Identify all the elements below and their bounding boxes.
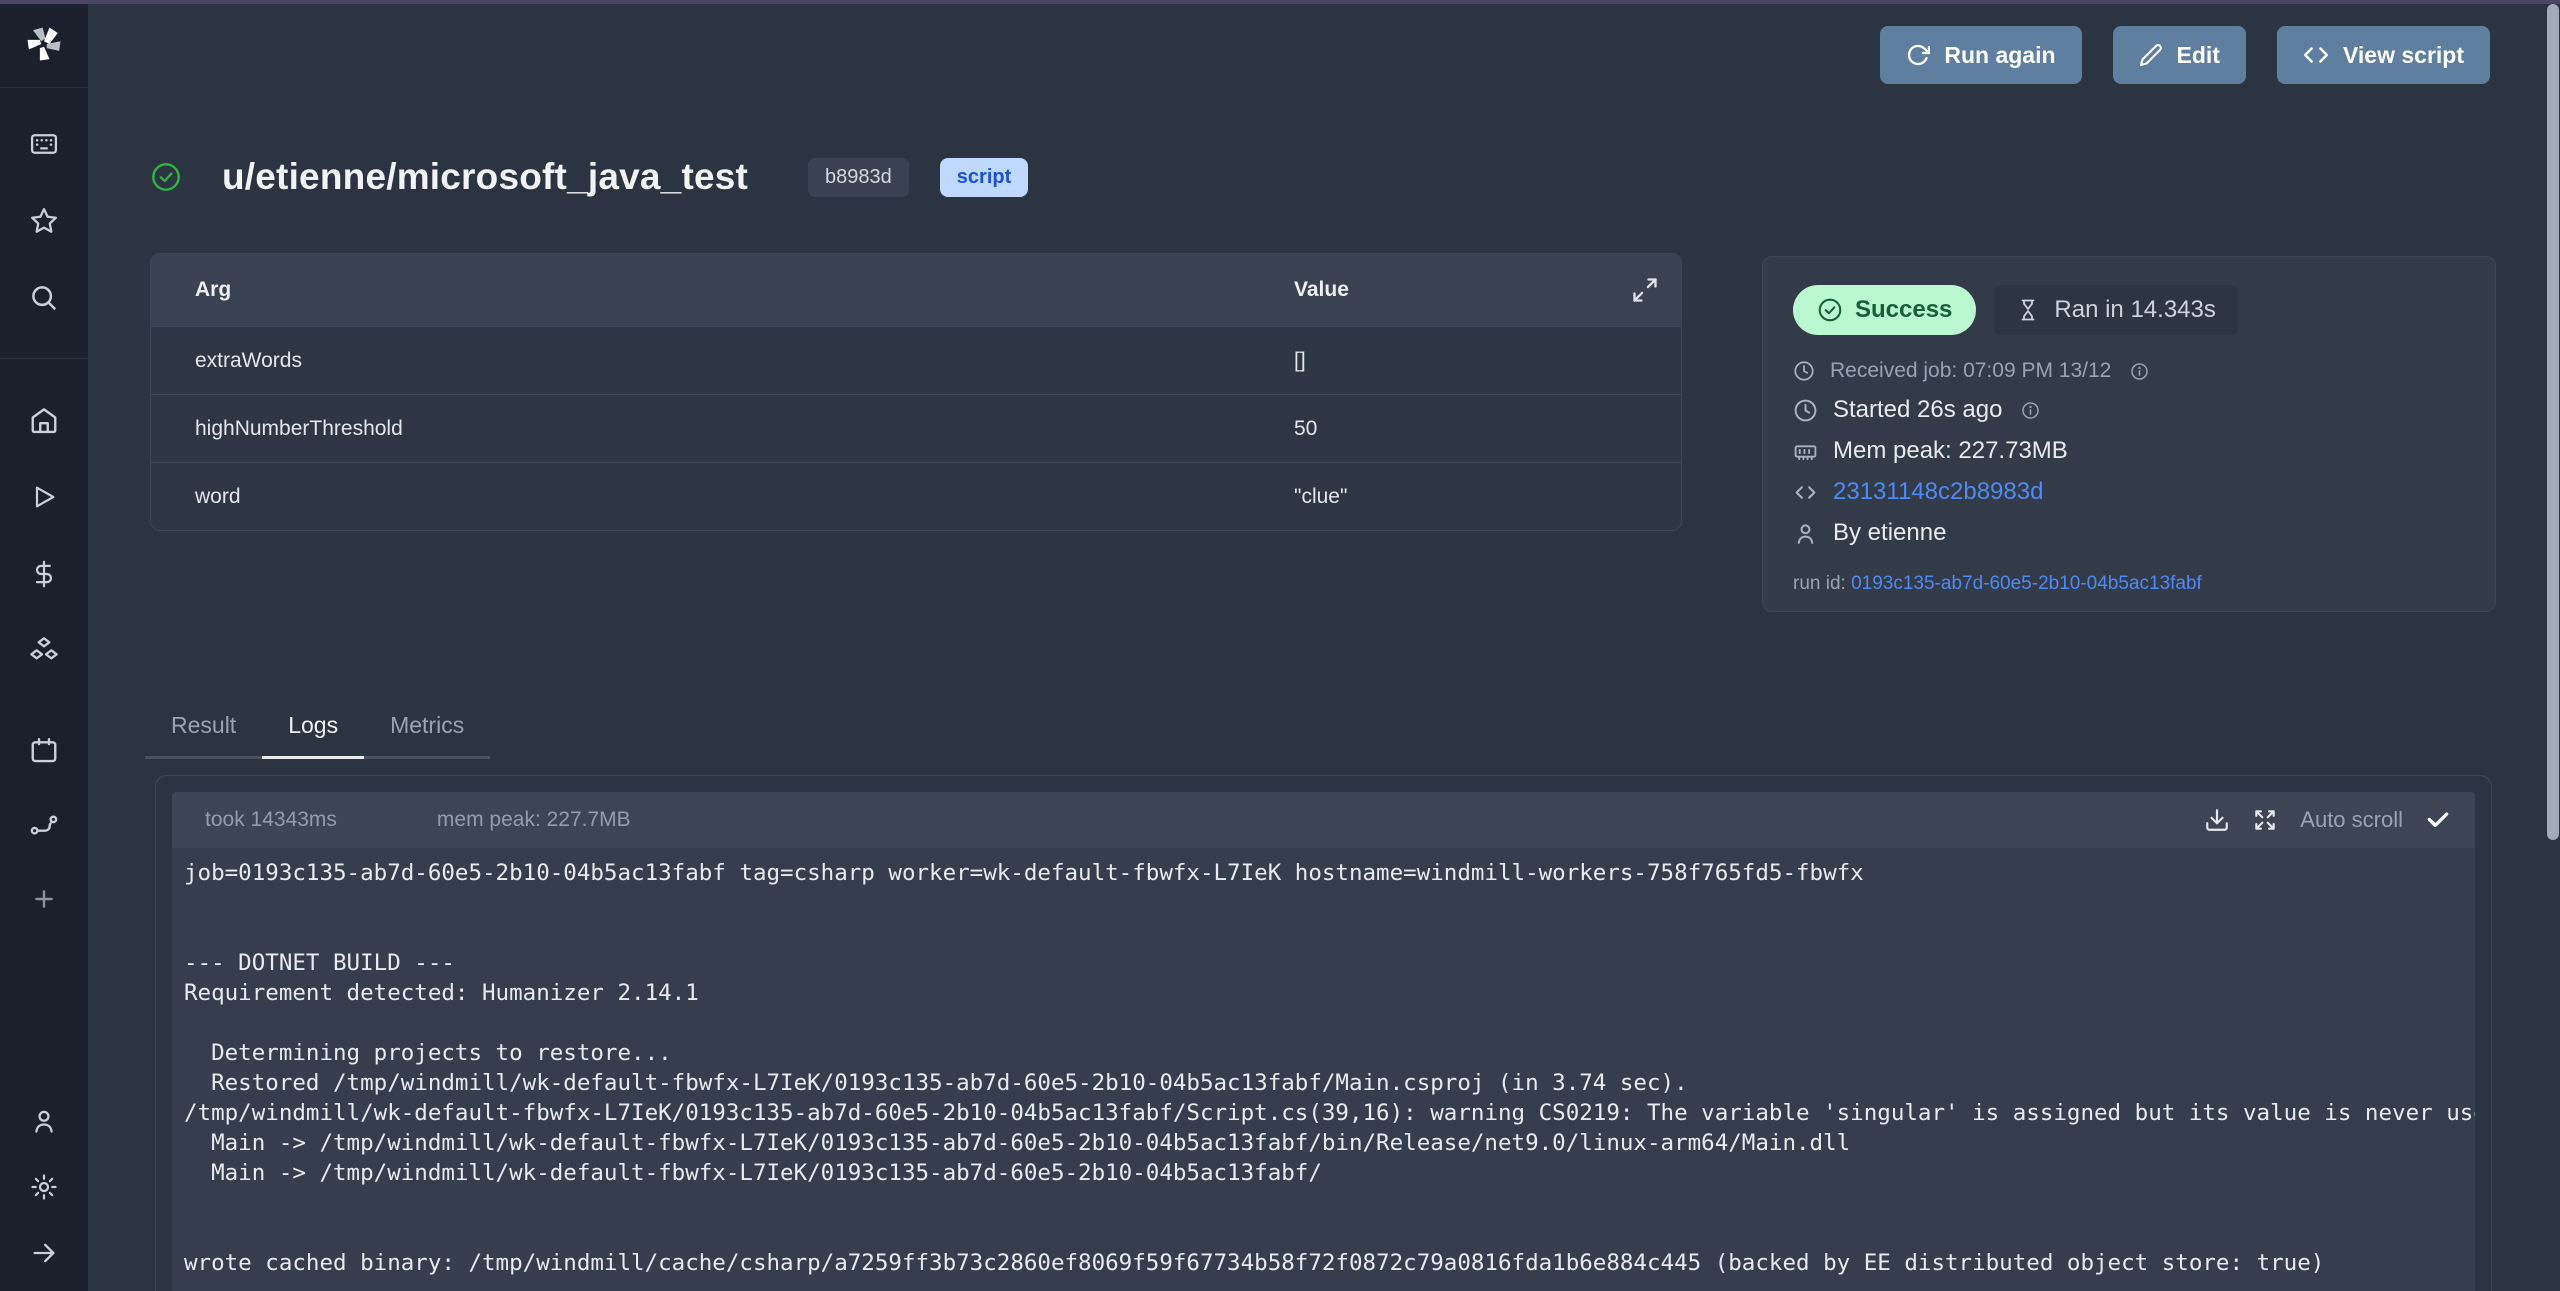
sidebar	[0, 0, 88, 1291]
code-icon	[2303, 42, 2329, 68]
header-actions: Run again Edit View script	[1880, 26, 2490, 84]
account-icon[interactable]	[28, 1105, 60, 1137]
expand-sidebar-icon[interactable]	[28, 1237, 60, 1269]
run-id-label: run id:	[1793, 573, 1846, 594]
windmill-logo[interactable]	[0, 0, 88, 88]
star-icon[interactable]	[28, 205, 60, 237]
arg-name: extraWords	[195, 349, 1294, 373]
arg-value: []	[1294, 349, 1637, 373]
code-icon	[1793, 480, 1818, 505]
run-id-link[interactable]: 0193c135-ab7d-60e5-2b10-04b5ac13fabf	[1851, 573, 2202, 594]
table-expand-icon[interactable]	[1631, 276, 1659, 304]
tab-metrics[interactable]: Metrics	[364, 700, 490, 759]
arg-name: highNumberThreshold	[195, 417, 1294, 441]
duration-label: Ran in 14.343s	[2054, 296, 2215, 324]
args-table: Arg Value extraWords [] highNumberThresh…	[150, 253, 1682, 531]
page-scrollbar-thumb[interactable]	[2547, 4, 2559, 840]
auto-scroll-checkbox[interactable]	[2425, 807, 2451, 833]
table-row: extraWords []	[151, 326, 1681, 394]
args-col-value: Value	[1294, 278, 1637, 302]
script-hash-badge[interactable]: b8983d	[808, 158, 909, 197]
search-icon[interactable]	[28, 282, 60, 314]
log-container: took 14343ms mem peak: 227.7MB	[155, 775, 2492, 1291]
info-icon[interactable]	[2130, 362, 2149, 381]
received-job-label: Received job: 07:09 PM 13/12	[1830, 359, 2111, 383]
hourglass-icon	[2016, 298, 2040, 322]
variables-icon[interactable]	[28, 558, 60, 590]
status-badge: Success	[1793, 285, 1976, 335]
memory-icon	[1793, 439, 1818, 464]
info-icon[interactable]	[2021, 401, 2040, 420]
main-content: Run again Edit View script u/etie	[88, 0, 2560, 1291]
status-panel: Success Ran in 14.343s Received job: 07	[1762, 256, 2496, 612]
view-script-label: View script	[2343, 42, 2464, 69]
auto-scroll-label: Auto scroll	[2300, 807, 2403, 833]
result-tabs: Result Logs Metrics	[145, 700, 490, 759]
run-again-label: Run again	[1944, 42, 2055, 69]
add-icon[interactable]	[28, 883, 60, 915]
log-output[interactable]: job=0193c135-ab7d-60e5-2b10-04b5ac13fabf…	[172, 848, 2475, 1278]
status-label: Success	[1855, 296, 1952, 324]
edit-label: Edit	[2177, 42, 2220, 69]
user-icon	[1793, 521, 1818, 546]
refresh-icon	[1906, 43, 1930, 67]
runs-icon[interactable]	[28, 481, 60, 513]
script-hash-link[interactable]: 23131148c2b8983d	[1833, 478, 2043, 506]
by-user-label: By etienne	[1833, 519, 1946, 547]
mem-peak-label: Mem peak: 227.73MB	[1833, 437, 2068, 465]
edit-button[interactable]: Edit	[2113, 26, 2246, 84]
home-icon[interactable]	[28, 404, 60, 436]
success-check-icon	[150, 161, 182, 193]
arg-value: "clue"	[1294, 485, 1637, 509]
clock-icon	[1793, 398, 1818, 423]
log-mem-peak-label: mem peak: 227.7MB	[437, 808, 631, 832]
resources-icon[interactable]	[28, 635, 60, 667]
arg-name: word	[195, 485, 1294, 509]
pencil-icon	[2139, 43, 2163, 67]
args-col-arg: Arg	[195, 278, 1294, 302]
script-type-badge: script	[940, 158, 1028, 197]
keypad-icon[interactable]	[28, 128, 60, 160]
tab-logs[interactable]: Logs	[262, 700, 364, 759]
log-header: took 14343ms mem peak: 227.7MB	[172, 792, 2475, 848]
table-row: word "clue"	[151, 462, 1681, 530]
duration-chip: Ran in 14.343s	[1994, 285, 2237, 335]
clock-icon	[1793, 360, 1815, 382]
settings-icon[interactable]	[28, 1171, 60, 1203]
top-accent-line	[0, 0, 2560, 4]
workflows-icon[interactable]	[28, 809, 60, 841]
run-again-button[interactable]: Run again	[1880, 26, 2081, 84]
view-script-button[interactable]: View script	[2277, 26, 2490, 84]
schedules-icon[interactable]	[28, 735, 60, 767]
table-row: highNumberThreshold 50	[151, 394, 1681, 462]
page-title: u/etienne/microsoft_java_test	[222, 156, 748, 198]
expand-log-icon[interactable]	[2252, 807, 2278, 833]
log-panel: took 14343ms mem peak: 227.7MB	[172, 792, 2475, 1291]
log-took-label: took 14343ms	[205, 808, 337, 832]
download-icon[interactable]	[2204, 807, 2230, 833]
arg-value: 50	[1294, 417, 1637, 441]
started-label: Started 26s ago	[1833, 396, 2002, 424]
tab-result[interactable]: Result	[145, 700, 262, 759]
